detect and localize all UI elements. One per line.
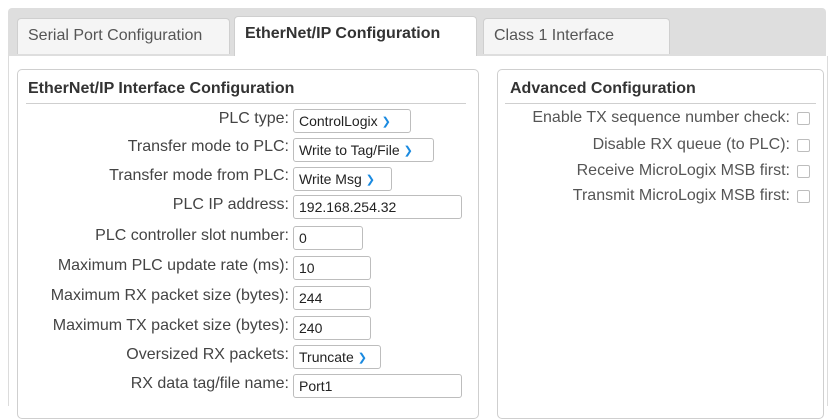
disable-rx-queue-label: Disable RX queue (to PLC): — [592, 136, 790, 153]
rx-tag-name-input[interactable]: Port1 — [293, 374, 462, 398]
rx-packet-size-input[interactable]: 244 — [293, 286, 371, 310]
chevron-down-icon: ❯ — [357, 352, 367, 364]
plc-ip-input[interactable]: 192.168.254.32 — [293, 195, 462, 219]
chevron-down-icon: ❯ — [365, 174, 375, 186]
plc-type-select[interactable]: ControlLogix ❯ — [293, 109, 411, 133]
tab-ethernet-ip-configuration[interactable]: EtherNet/IP Configuration — [234, 16, 477, 56]
update-rate-label: Maximum PLC update rate (ms): — [57, 257, 289, 274]
transfer-from-plc-value: Write Msg — [299, 171, 362, 187]
chevron-down-icon: ❯ — [403, 145, 413, 157]
rx-tag-name-label: RX data tag/file name: — [130, 375, 289, 392]
slot-number-label: PLC controller slot number: — [95, 227, 289, 244]
receive-msb-first-label: Receive MicroLogix MSB first: — [576, 162, 790, 179]
transfer-to-plc-select[interactable]: Write to Tag/File ❯ — [293, 138, 434, 162]
tx-packet-size-label: Maximum TX packet size (bytes): — [52, 317, 289, 334]
slot-number-input[interactable]: 0 — [293, 226, 363, 250]
update-rate-input[interactable]: 10 — [293, 256, 371, 280]
tab-class-1-interface[interactable]: Class 1 Interface — [483, 18, 670, 54]
tx-packet-size-input[interactable]: 240 — [293, 316, 371, 340]
interface-config-title: EtherNet/IP Interface Configuration — [28, 80, 295, 97]
tx-sequence-check-label: Enable TX sequence number check: — [532, 109, 790, 126]
advanced-config-title: Advanced Configuration — [510, 80, 696, 97]
receive-msb-first-checkbox[interactable] — [797, 165, 810, 178]
tab-serial-port-configuration[interactable]: Serial Port Configuration — [17, 18, 230, 54]
transfer-from-plc-label: Transfer mode from PLC: — [109, 167, 289, 184]
disable-rx-queue-checkbox[interactable] — [797, 139, 810, 152]
transmit-msb-first-checkbox[interactable] — [797, 190, 810, 203]
divider — [26, 103, 466, 104]
oversized-rx-value: Truncate — [299, 349, 354, 365]
divider — [505, 103, 816, 104]
plc-type-label: PLC type: — [218, 110, 289, 127]
transfer-to-plc-label: Transfer mode to PLC: — [127, 138, 289, 155]
transfer-to-plc-value: Write to Tag/File — [299, 142, 400, 158]
transfer-from-plc-select[interactable]: Write Msg ❯ — [293, 167, 392, 191]
rx-packet-size-label: Maximum RX packet size (bytes): — [50, 287, 289, 304]
plc-type-value: ControlLogix — [299, 113, 378, 129]
tx-sequence-check-checkbox[interactable] — [797, 112, 810, 125]
transmit-msb-first-label: Transmit MicroLogix MSB first: — [572, 187, 790, 204]
chevron-down-icon: ❯ — [381, 116, 391, 128]
oversized-rx-select[interactable]: Truncate ❯ — [293, 345, 381, 369]
plc-ip-label: PLC IP address: — [172, 196, 289, 213]
tab-bar: Serial Port Configuration EtherNet/IP Co… — [8, 8, 826, 56]
oversized-rx-label: Oversized RX packets: — [126, 346, 289, 363]
